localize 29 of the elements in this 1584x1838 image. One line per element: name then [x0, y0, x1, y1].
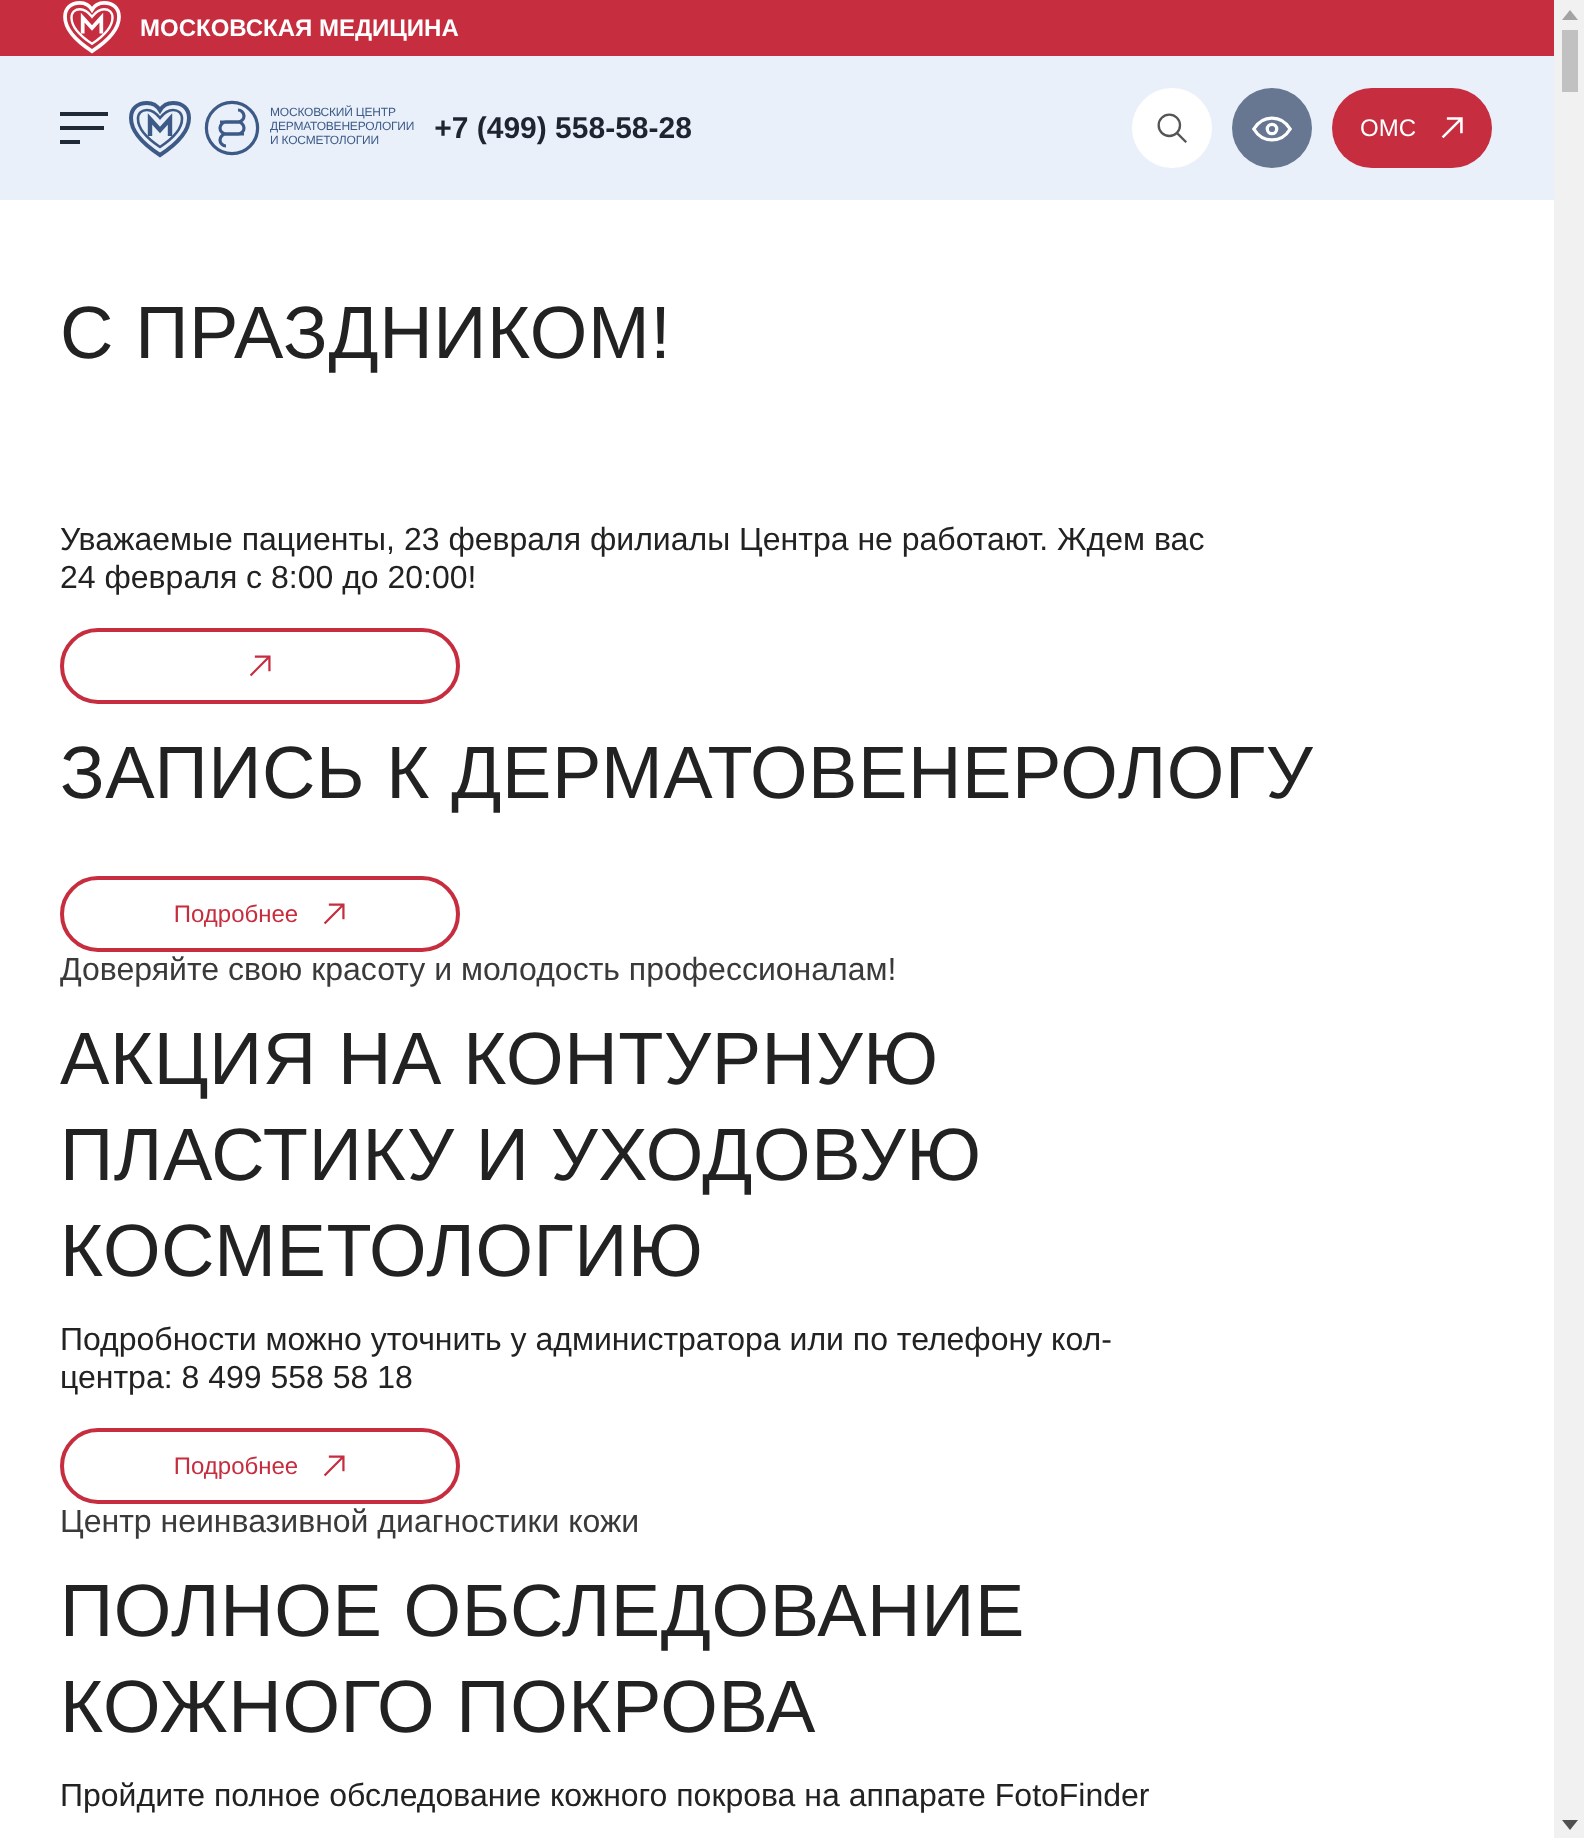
search-button[interactable]	[1132, 88, 1212, 168]
more-button[interactable]: Подробнее	[60, 876, 460, 952]
scrollbar[interactable]	[1554, 0, 1584, 1838]
arrow-up-right-icon	[248, 654, 272, 678]
accessibility-button[interactable]	[1232, 88, 1312, 168]
circle-logo-icon[interactable]	[204, 100, 260, 156]
slide-text: Подробности можно уточнить у администратора или по телефону кол-центра: 8 499 558 58 18	[60, 1322, 1114, 1398]
brand-name[interactable]: МОСКОВСКАЯ МЕДИЦИНА	[140, 14, 459, 42]
arrow-up-right-icon	[322, 1454, 347, 1478]
slide-title: С ПРАЗДНИКОМ!	[60, 290, 674, 378]
heart-logo-icon[interactable]	[128, 99, 192, 157]
scrollbar-thumb[interactable]	[1561, 30, 1577, 92]
slide-subtitle: Доверяйте свою красоту и молодость профессионалам!	[60, 952, 899, 990]
oms-button[interactable]: ОМС	[1332, 88, 1492, 168]
more-button[interactable]: Подробнее	[60, 1428, 460, 1504]
arrow-up-right-icon	[1440, 116, 1464, 140]
slide-title: ПОЛНОЕ ОБСЛЕДОВАНИЕ КОЖНОГО ПОКРОВА	[60, 1568, 1027, 1752]
slide-title: ЗАПИСЬ К ДЕРМАТОВЕНЕРОЛОГУ	[60, 730, 1316, 818]
slide-text: Пройдите полное обследование кожного покрова на аппарате FotoFinder	[60, 1778, 1152, 1816]
menu-icon[interactable]	[60, 112, 108, 144]
arrow-up-right-icon	[322, 902, 347, 926]
arrow-link-button[interactable]	[60, 628, 460, 704]
slide-text: Уважаемые пациенты, 23 февраля филиалы Центра не работают. Ждем вас 24 февраля с 8:00 до 20:00!	[60, 522, 1207, 598]
eye-icon	[1252, 115, 1292, 141]
search-icon	[1156, 112, 1188, 144]
scroll-down-icon[interactable]	[1561, 1820, 1577, 1830]
phone-link[interactable]: +7 (499) 558-58-28	[434, 111, 692, 145]
slide-subtitle: Центр неинвазивной диагностики кожи	[60, 1504, 642, 1542]
slide-title: АКЦИЯ НА КОНТУРНУЮ ПЛАСТИКУ И УХОДОВУЮ КОСМЕТОЛОГИЮ	[60, 1016, 984, 1296]
